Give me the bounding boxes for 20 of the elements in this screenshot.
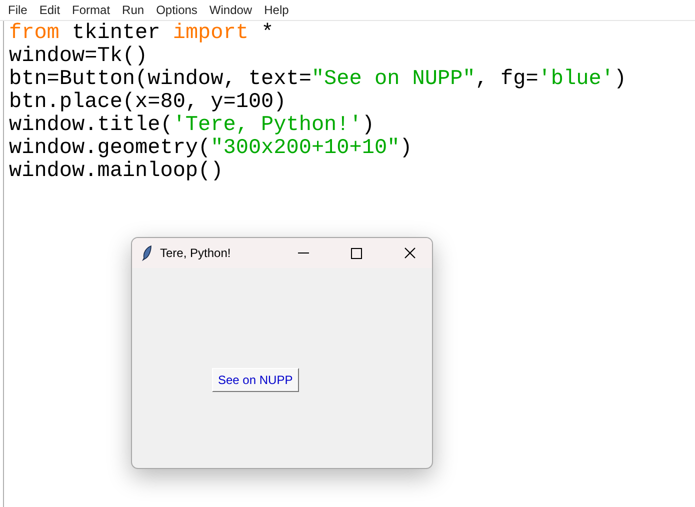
menu-item[interactable]: Window xyxy=(203,3,258,17)
code-line: window.mainloop() xyxy=(9,160,224,183)
menu-item[interactable]: Help xyxy=(258,3,295,17)
code-line: btn.place(x=80, y=100) xyxy=(9,91,288,114)
minimize-icon[interactable] xyxy=(298,252,309,254)
see-on-nupp-button[interactable]: See on NUPP xyxy=(212,368,299,392)
code-line: window.title('Tere, Python!') xyxy=(9,114,376,137)
close-icon[interactable] xyxy=(404,247,416,259)
code-line: window=Tk() xyxy=(9,45,149,68)
code-line: btn=Button(window, text="See on NUPP", fg='blue') xyxy=(9,68,628,91)
window-title: Tere, Python! xyxy=(160,246,232,260)
menu-item[interactable]: Options xyxy=(150,3,204,17)
maximize-icon[interactable] xyxy=(351,248,362,258)
code-line: window.geometry("300x200+10+10") xyxy=(9,137,414,160)
menu-item[interactable]: File xyxy=(2,3,34,17)
feather-icon xyxy=(142,245,152,261)
menu-item[interactable]: Edit xyxy=(33,3,66,17)
menu-item[interactable]: Format xyxy=(66,3,116,17)
code-line: from tkinter import * xyxy=(9,22,275,45)
menu-item[interactable]: Run xyxy=(116,3,150,17)
